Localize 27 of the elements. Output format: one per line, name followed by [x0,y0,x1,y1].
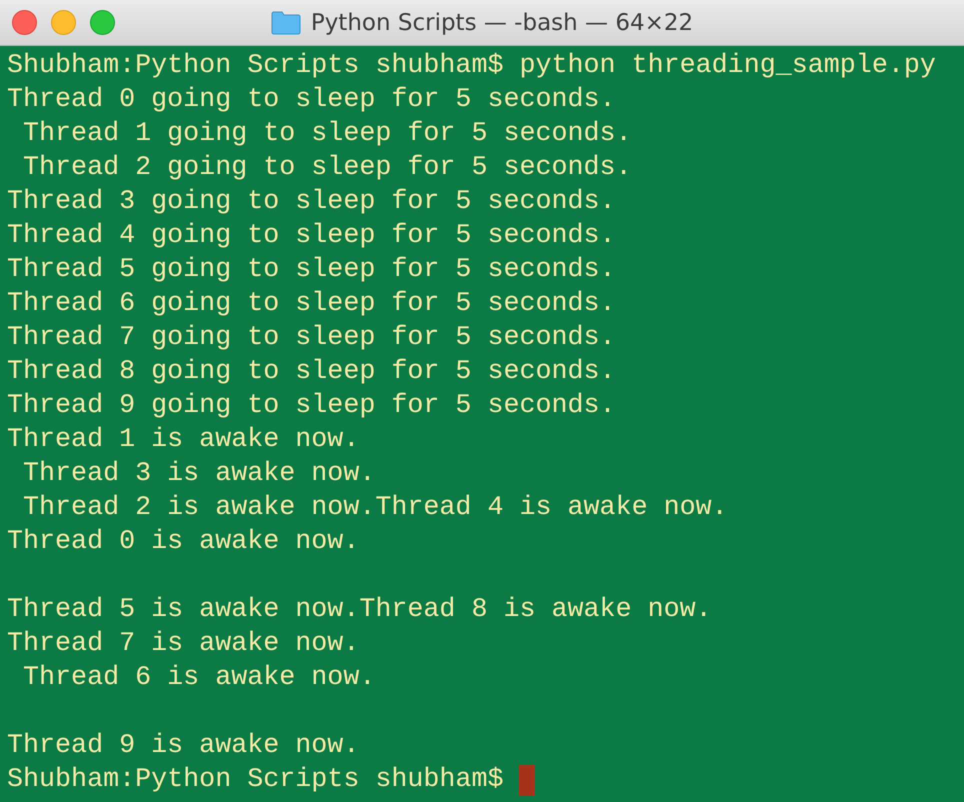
folder-icon [270,10,301,34]
output-line: Thread 6 is awake now. [22,662,376,695]
output-line: Thread 8 going to sleep for 5 seconds. [7,356,616,389]
output-line: Thread 0 is awake now. [7,526,360,559]
output-line: Thread 0 going to sleep for 5 seconds. [7,84,616,117]
close-button[interactable] [12,10,37,35]
output-line: Thread 5 is awake now.Thread 8 is awake now. [7,594,712,627]
output-line: Thread 9 going to sleep for 5 seconds. [7,390,616,423]
output-line: Thread 9 is awake now. [7,730,360,763]
text-cursor [519,764,536,796]
command-text: python threading_sample.py [518,50,936,83]
output-line: Thread 6 going to sleep for 5 seconds. [7,288,616,321]
output-line: Thread 1 is awake now. [7,424,360,457]
output-line: Thread 7 is awake now. [7,628,360,661]
minimize-button[interactable] [51,10,76,35]
output-line: Thread 3 is awake now. [22,458,376,491]
output-line: Thread 7 going to sleep for 5 seconds. [7,322,616,355]
shell-prompt: Shubham:Python Scripts shubham$ [7,764,504,797]
window-title: Python Scripts — -bash — 64×22 [310,10,694,36]
output-line: Thread 1 going to sleep for 5 seconds. [22,118,632,151]
zoom-button[interactable] [90,10,115,35]
output-line: Thread 5 going to sleep for 5 seconds. [7,254,616,287]
output-line: Thread 3 going to sleep for 5 seconds. [7,186,616,219]
output-line: Thread 4 going to sleep for 5 seconds. [7,220,616,253]
output-line: Thread 2 is awake now.Thread 4 is awake now. [22,492,728,525]
shell-prompt: Shubham:Python Scripts shubham$ [7,50,504,83]
output-line: Thread 2 going to sleep for 5 seconds. [22,152,632,185]
